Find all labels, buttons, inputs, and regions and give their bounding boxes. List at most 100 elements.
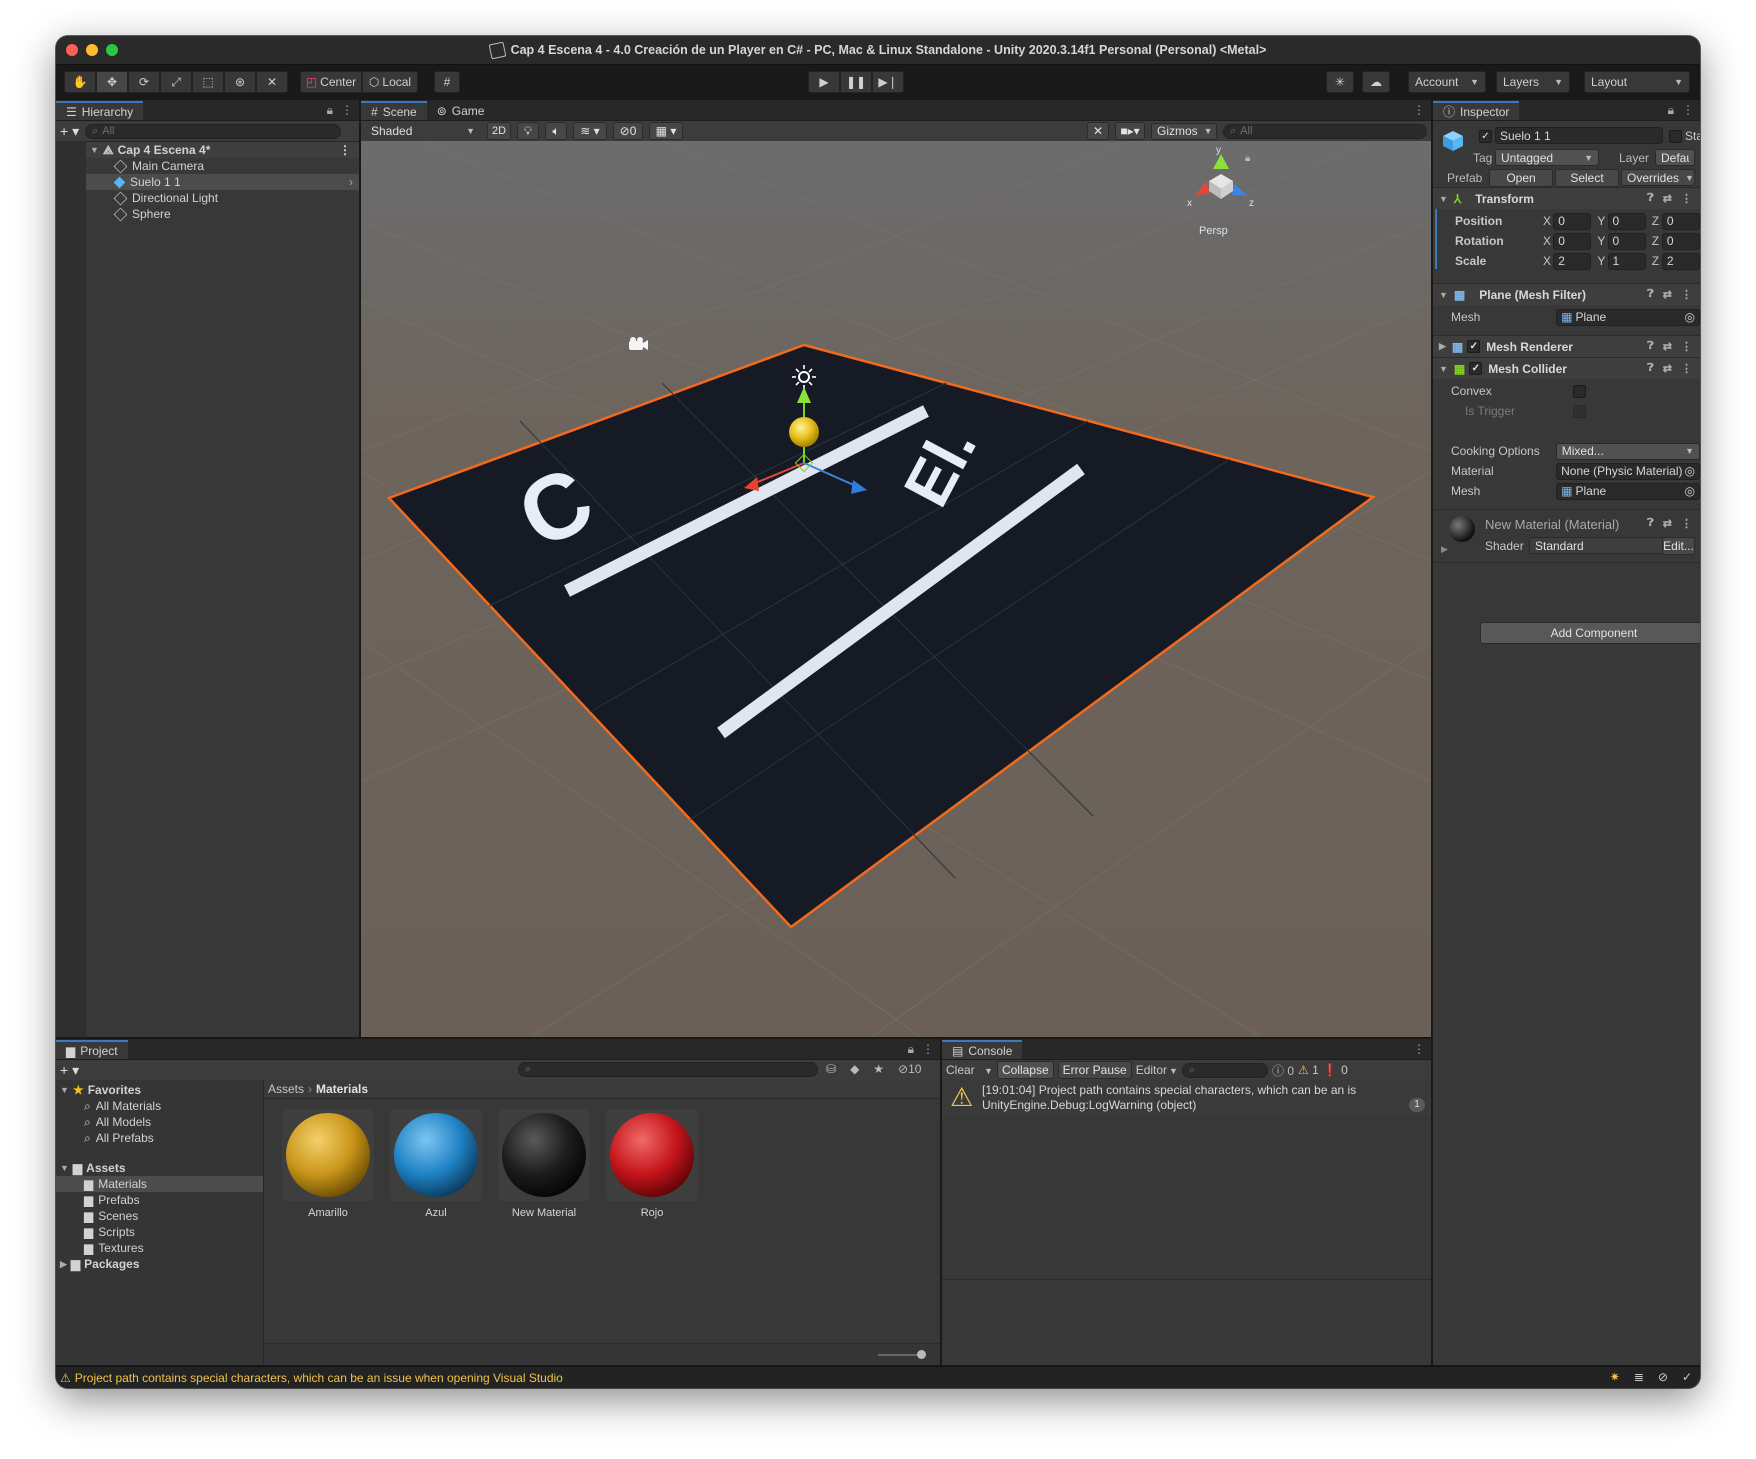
more-menu-icon[interactable]: ⋮ [339,143,351,157]
grid-snap-button[interactable]: # [434,71,460,93]
cloud-button[interactable]: ☁ [1362,71,1390,93]
scale-z-field[interactable]: 2 [1661,252,1700,270]
more-menu-icon[interactable]: ⋮ [1413,1042,1425,1056]
more-menu-icon[interactable]: ⋮ [341,103,353,118]
object-picker-icon[interactable]: ◎ [1685,484,1695,498]
asset-item[interactable]: Azul [388,1109,484,1219]
position-x-field[interactable]: 0 [1553,212,1592,230]
folder-textures[interactable]: ▆ Textures [56,1240,263,1256]
presets-icon[interactable]: ⇄ [1663,192,1672,205]
hidden-objects-toggle[interactable]: ⊘ 0 [613,122,643,140]
object-picker-icon[interactable]: ◎ [1685,310,1695,324]
collapse-toggle[interactable]: Collapse [996,1061,1054,1079]
console-log-entry[interactable]: ⚠ [19:01:04] Project path contains speci… [942,1080,1431,1116]
filter-by-type-icon[interactable]: ⛁ [826,1062,836,1076]
help-icon[interactable]: ❓︎ [1647,288,1654,301]
info-count-toggle[interactable]: ⓘ 0 [1272,1062,1294,1079]
hand-tool-button[interactable]: ✋ [64,71,96,93]
favorite-all-models[interactable]: ⌕ All Models [56,1114,263,1130]
mesh-filter-component-header[interactable]: ▼ ▦ Plane (Mesh Filter) ❓︎ ⇄ ⋮ [1433,283,1700,305]
hidden-packages-toggle[interactable]: ⊘10 [898,1062,921,1076]
scene-search-input[interactable]: ⌕ All [1223,123,1427,139]
tab-project[interactable]: ▆ Project [56,1040,128,1059]
more-menu-icon[interactable]: ⋮ [1682,103,1694,118]
more-menu-icon[interactable]: ⋮ [922,1042,934,1057]
cooking-options-dropdown[interactable]: Mixed... ▼ [1555,442,1700,460]
favorite-all-materials[interactable]: ⌕ All Materials [56,1098,263,1114]
active-checkbox[interactable]: ✓ [1479,130,1492,143]
thumbnail-size-slider-handle[interactable] [917,1350,926,1359]
collider-mesh-field[interactable]: ▦ Plane ◎ [1556,482,1700,500]
sphere-object[interactable] [789,417,819,447]
rotation-y-field[interactable]: 0 [1607,232,1646,250]
hierarchy-item-sphere[interactable]: Sphere [86,206,359,222]
chevron-right-icon[interactable]: › [349,175,353,189]
folder-prefabs[interactable]: ▆ Prefabs [56,1192,263,1208]
zoom-window-button[interactable] [106,44,118,56]
packages-folder-row[interactable]: ▶ ▆ Packages [56,1256,263,1272]
more-menu-icon[interactable]: ⋮ [1681,517,1692,530]
mesh-collider-enabled-checkbox[interactable]: ✓ [1469,362,1483,375]
step-button[interactable]: ▶❘ [872,71,904,93]
tools-settings-button[interactable]: ✕ [1087,122,1109,140]
assets-folder-row[interactable]: ▼ ▆ Assets [56,1160,263,1176]
more-menu-icon[interactable]: ⋮ [1681,288,1692,301]
console-split-divider[interactable] [942,1279,1431,1280]
tag-dropdown[interactable]: Untagged ▼ [1495,149,1599,166]
thumbnail-size-slider[interactable] [878,1354,922,1356]
error-count-toggle[interactable]: ❗ 0 [1323,1063,1348,1077]
rect-tool-button[interactable]: ⬚ [192,71,224,93]
collab-button[interactable]: ✳ [1326,71,1354,93]
custom-tool-button[interactable]: ✕ [256,71,288,93]
prefab-select-button[interactable]: Select [1555,169,1619,187]
presets-icon[interactable]: ⇄ [1663,517,1672,530]
object-name-field[interactable]: Suelo 1 1 [1495,127,1663,144]
pivot-center-toggle[interactable]: ◰ Center [300,71,362,93]
help-icon[interactable]: ❓︎ [1647,517,1654,530]
lock-icon[interactable]: 🔒︎ [908,1042,914,1057]
folder-scenes[interactable]: ▆ Scenes [56,1208,263,1224]
camera-dropdown[interactable]: ■▸▾ [1115,122,1145,140]
more-menu-icon[interactable]: ⋮ [1413,103,1425,117]
static-dropdown[interactable]: Static▼ [1685,129,1700,143]
more-menu-icon[interactable]: ⋮ [1681,192,1692,205]
scale-y-field[interactable]: 1 [1607,252,1646,270]
asset-item[interactable]: Rojo [604,1109,700,1219]
account-dropdown[interactable]: Account ▼ [1408,71,1486,93]
scene-viewport[interactable]: C El. y x z Persp 🔒︎ [361,141,1431,1037]
audio-toggle[interactable]: 🔈︎ [545,122,567,140]
static-checkbox[interactable] [1669,130,1682,143]
favorites-row[interactable]: ▼ ★ Favorites [56,1082,263,1098]
mesh-renderer-component-header[interactable]: ▶ ▦ ✓ Mesh Renderer ❓︎ ⇄ ⋮ [1433,335,1700,357]
more-menu-icon[interactable]: ⋮ [1681,340,1692,353]
tab-game[interactable]: ⊚ Game [427,101,495,120]
rotation-z-field[interactable]: 0 [1661,232,1700,250]
scale-x-field[interactable]: 2 [1553,252,1592,270]
error-pause-toggle[interactable]: Error Pause [1057,1061,1132,1079]
add-component-button[interactable]: Add Component [1480,622,1700,644]
mesh-collider-component-header[interactable]: ▼ ▦ ✓ Mesh Collider ❓︎ ⇄ ⋮ [1433,357,1700,379]
favorite-all-prefabs[interactable]: ⌕ All Prefabs [56,1130,263,1146]
lock-icon[interactable]: 🔒︎ [1245,153,1250,164]
convex-checkbox[interactable] [1573,384,1586,398]
move-tool-button[interactable]: ✥ [96,71,128,93]
pivot-space-toggle[interactable]: ⬡ Local [362,71,418,93]
warning-count-toggle[interactable]: ⚠ 1 [1298,1063,1319,1077]
scale-tool-button[interactable]: ⤢ [160,71,192,93]
more-menu-icon[interactable]: ⋮ [1681,362,1692,375]
effects-dropdown[interactable]: ≋ ▾ [573,122,607,140]
presets-icon[interactable]: ⇄ [1663,340,1672,353]
help-icon[interactable]: ❓︎ [1647,192,1654,205]
2d-toggle[interactable]: 2D [487,122,511,140]
status-message[interactable]: Project path contains special characters… [75,1371,563,1385]
help-icon[interactable]: ❓︎ [1647,362,1654,375]
mesh-filter-mesh-field[interactable]: ▦ Plane ◎ [1556,308,1700,326]
projection-label[interactable]: Persp [1199,225,1228,237]
asset-item[interactable]: Amarillo [280,1109,376,1219]
minimize-window-button[interactable] [86,44,98,56]
lighting-toggle[interactable]: 💡︎ [517,122,539,140]
position-z-field[interactable]: 0 [1661,212,1700,230]
tab-scene[interactable]: # Scene [361,101,427,120]
lighting-bake-icon[interactable]: ✷ [1610,1370,1620,1384]
create-plus-button[interactable]: + ▾ [60,1062,79,1079]
